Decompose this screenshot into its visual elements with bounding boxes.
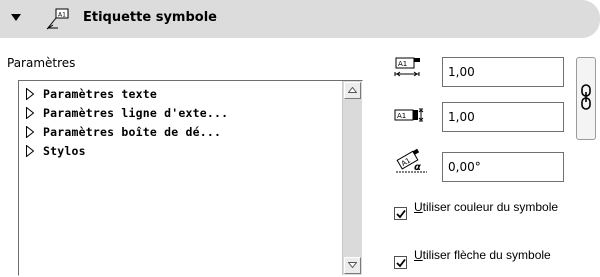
width-icon: A1: [394, 57, 420, 77]
parameters-list[interactable]: Paramètres texte Paramètres ligne d'exte…: [18, 80, 363, 276]
list-item[interactable]: Paramètres boîte de dé...: [25, 124, 221, 140]
label-symbol-icon: A1: [46, 8, 69, 30]
height-field[interactable]: 1,00: [442, 102, 564, 132]
list-item-label: Paramètres ligne d'exte...: [43, 106, 229, 120]
angle-icon: A1 α: [396, 148, 427, 173]
checkmark-icon: [396, 209, 406, 219]
arrow-down-icon: [348, 262, 357, 268]
vertical-scrollbar[interactable]: [342, 81, 362, 275]
use-symbol-arrow-checkbox[interactable]: [394, 256, 407, 269]
label-text: tiliser flèche du symbole: [422, 248, 551, 262]
use-symbol-color-checkbox[interactable]: [394, 207, 407, 220]
scroll-down-button[interactable]: [344, 257, 361, 274]
link-toggle-button[interactable]: [576, 57, 596, 140]
width-field[interactable]: 1,00: [442, 57, 564, 87]
expand-arrow-icon[interactable]: [25, 88, 35, 100]
list-item-label: Paramètres texte: [43, 87, 157, 101]
expand-arrow-icon[interactable]: [25, 145, 35, 157]
label-text: tiliser couleur du symbole: [422, 200, 559, 214]
use-symbol-arrow-label[interactable]: Utiliser flèche du symbole: [414, 249, 594, 262]
scroll-up-button[interactable]: [344, 82, 361, 99]
list-item-label: Stylos: [43, 144, 86, 158]
label-mnemonic: U: [414, 248, 423, 262]
list-item[interactable]: Paramètres ligne d'exte...: [25, 105, 228, 121]
label-mnemonic: U: [414, 200, 423, 214]
use-symbol-color-label[interactable]: Utiliser couleur du symbole: [414, 201, 594, 214]
collapse-triangle-icon[interactable]: [11, 14, 21, 21]
arrow-up-icon: [348, 87, 357, 93]
panel-title: Etiquette symbole: [83, 10, 217, 25]
chain-link-icon: [581, 84, 591, 110]
svg-text:A1: A1: [58, 12, 66, 19]
svg-text:α: α: [414, 162, 421, 173]
checkmark-icon: [396, 258, 406, 268]
list-item[interactable]: Paramètres texte: [25, 86, 157, 102]
svg-text:A1: A1: [397, 112, 406, 120]
section-label: Paramètres: [7, 56, 76, 70]
list-item[interactable]: Stylos: [25, 143, 86, 159]
angle-field[interactable]: 0,00°: [442, 152, 564, 182]
expand-arrow-icon[interactable]: [25, 107, 35, 119]
panel-header[interactable]: A1 Etiquette symbole: [0, 0, 600, 38]
expand-arrow-icon[interactable]: [25, 126, 35, 138]
height-icon: A1: [394, 108, 424, 122]
svg-text:A1: A1: [398, 60, 407, 68]
list-item-label: Paramètres boîte de dé...: [43, 125, 222, 139]
